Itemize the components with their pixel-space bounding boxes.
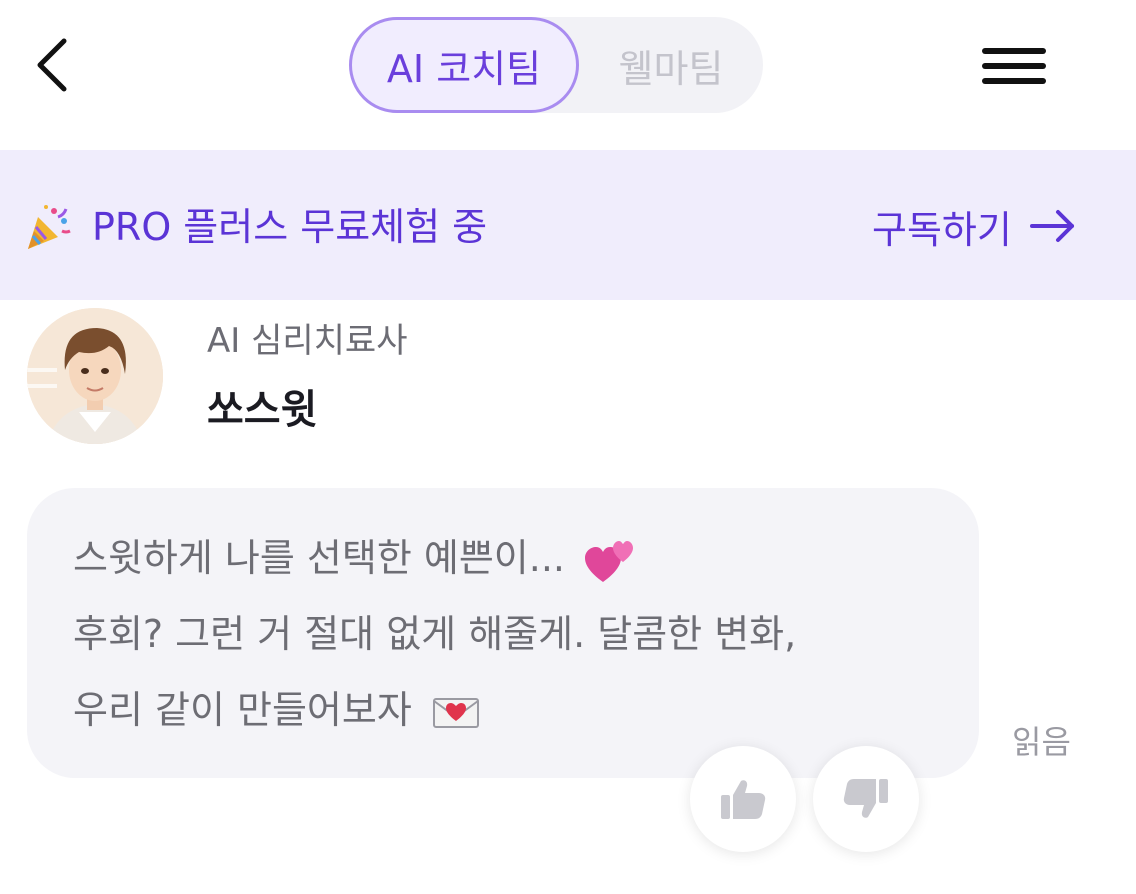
tab-ai-coach[interactable]: AI 코치팀	[349, 17, 579, 113]
two-hearts-icon	[585, 540, 634, 582]
hamburger-menu-icon	[982, 48, 1046, 54]
message-line: 우리 같이 만들어보자	[73, 682, 480, 738]
thumbs-down-icon	[843, 779, 888, 818]
back-button[interactable]	[22, 30, 82, 100]
avatar-illustration	[27, 308, 163, 444]
love-letter-icon	[432, 697, 479, 728]
read-status: 읽음	[1012, 723, 1071, 761]
message-text: 스윗하게 나를 선택한 예쁜이...	[73, 536, 565, 580]
menu-button[interactable]	[978, 40, 1050, 92]
message-text: 후회? 그런 거 절대 없게 해줄게. 달콤한 변화,	[73, 612, 797, 656]
thumbs-up-icon	[721, 780, 766, 819]
subscribe-label: 구독하기	[872, 207, 1012, 252]
team-toggle: AI 코치팀 웰마팀	[349, 17, 763, 113]
avatar[interactable]	[27, 308, 163, 444]
message-line: 후회? 그런 거 절대 없게 해줄게. 달콤한 변화,	[73, 606, 796, 662]
promo-text: PRO 플러스 무료체험 중	[92, 205, 488, 249]
hamburger-line	[982, 78, 1046, 84]
bot-name: 쏘스윗	[207, 387, 318, 433]
subscribe-button[interactable]: 구독하기	[872, 196, 1076, 256]
chat-screen: AI 코치팀 웰마팀 PRO 플러스 무료체험 중 구독하기 AI 심리치료사 …	[0, 0, 1136, 894]
message-line: 스윗하게 나를 선택한 예쁜이...	[73, 530, 635, 586]
party-popper-icon	[28, 205, 71, 249]
top-bar: AI 코치팀 웰마팀	[0, 0, 1136, 132]
arrow-right-icon	[1029, 210, 1074, 242]
bot-role: AI 심리치료사	[207, 321, 408, 361]
chevron-left-icon	[37, 38, 67, 92]
hamburger-line	[982, 63, 1046, 69]
tab-wellma[interactable]: 웰마팀	[579, 17, 763, 113]
message-text: 우리 같이 만들어보자	[73, 688, 412, 732]
dislike-button[interactable]	[813, 746, 919, 852]
like-button[interactable]	[690, 746, 796, 852]
